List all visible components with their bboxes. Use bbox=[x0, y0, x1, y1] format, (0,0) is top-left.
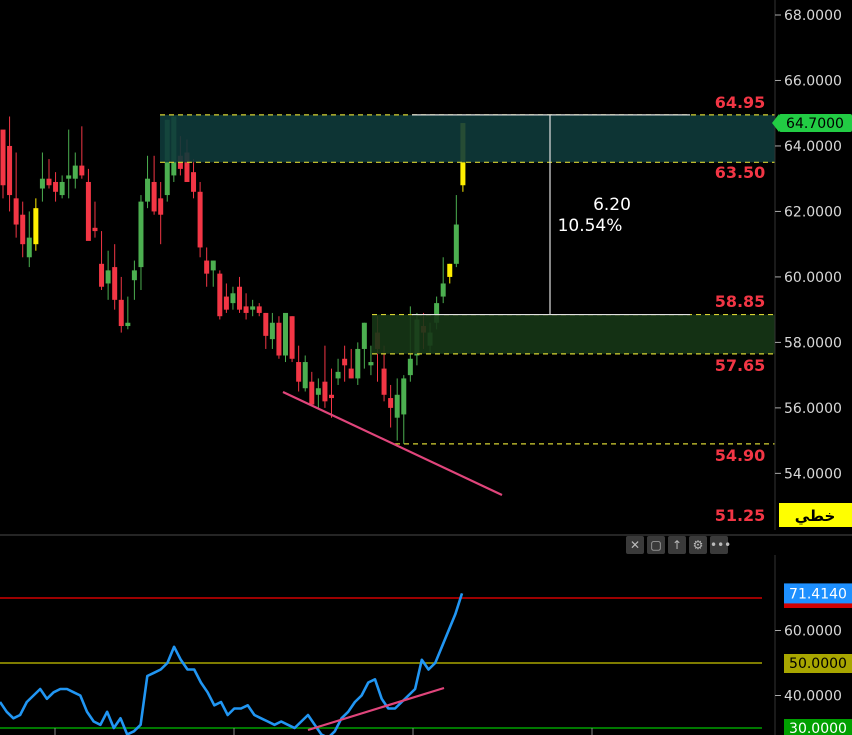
candle-body bbox=[368, 362, 374, 366]
candle-body bbox=[230, 293, 236, 304]
candle-body bbox=[131, 270, 137, 281]
level-label: 63.50 bbox=[715, 163, 766, 182]
candle-body bbox=[92, 227, 98, 232]
indicator-trendline bbox=[307, 686, 445, 732]
price-tick-label: 58.0000 bbox=[784, 335, 842, 351]
indicator-tick-label: 40.0000 bbox=[784, 689, 842, 705]
candle-body bbox=[197, 191, 203, 248]
candle-body bbox=[283, 312, 289, 356]
level-label: 54.90 bbox=[715, 446, 766, 465]
candle-body bbox=[217, 273, 223, 317]
candle-body bbox=[263, 312, 269, 336]
candle-body bbox=[276, 322, 282, 356]
level-label: 58.85 bbox=[715, 292, 766, 311]
close-icon[interactable]: ✕ bbox=[626, 536, 644, 554]
indicator-layer bbox=[0, 593, 762, 735]
current-price-label: 64.7000 bbox=[786, 116, 844, 132]
candle-body bbox=[322, 381, 328, 402]
scale-tag-label: خطي bbox=[795, 507, 836, 525]
candle-body bbox=[361, 322, 367, 349]
candle-body bbox=[335, 371, 341, 379]
candle-body bbox=[118, 299, 124, 327]
indicator-current-label: 71.4140 bbox=[789, 586, 847, 602]
indicator-level-label: 50.0000 bbox=[789, 656, 847, 672]
candle-body bbox=[329, 394, 334, 399]
candle-body bbox=[453, 224, 459, 264]
indicator-line bbox=[0, 593, 464, 735]
candle-body bbox=[33, 208, 39, 245]
level-label: 51.25 bbox=[715, 506, 766, 525]
indicator-toolbar: ✕ ▢ ↑ ⚙ ••• bbox=[626, 536, 731, 554]
candle-body bbox=[151, 181, 157, 212]
candle-body bbox=[407, 358, 413, 376]
candle-body bbox=[0, 129, 6, 186]
candle-body bbox=[53, 181, 59, 192]
indicator-level-label: 30.0000 bbox=[789, 721, 847, 735]
resistance-zone bbox=[160, 114, 775, 163]
candle-body bbox=[223, 296, 229, 310]
level-label: 64.95 bbox=[715, 93, 766, 112]
candle-body bbox=[39, 178, 45, 189]
candle-body bbox=[348, 368, 354, 379]
candle-body bbox=[79, 165, 85, 176]
level-label: 57.65 bbox=[715, 356, 766, 375]
candle-body bbox=[289, 316, 295, 359]
candle-body bbox=[20, 214, 26, 245]
candle-body bbox=[59, 181, 65, 196]
candle-body bbox=[447, 263, 453, 277]
candle-body bbox=[237, 286, 243, 310]
settings-icon[interactable]: ⚙ bbox=[689, 536, 707, 554]
candle-body bbox=[210, 260, 216, 271]
candle-body bbox=[440, 283, 446, 297]
candle-body bbox=[243, 306, 249, 313]
candles-layer bbox=[0, 116, 466, 444]
candle-body bbox=[342, 358, 348, 366]
candle-body bbox=[26, 237, 32, 258]
candle-body bbox=[394, 394, 400, 418]
candle-body bbox=[250, 306, 256, 310]
more-icon[interactable]: ••• bbox=[710, 536, 731, 554]
candle-body bbox=[256, 306, 262, 313]
candle-body bbox=[85, 181, 91, 241]
candle-body bbox=[7, 145, 13, 196]
candle-body bbox=[191, 172, 197, 192]
price-tick-label: 68.0000 bbox=[784, 8, 842, 24]
arrow-up-icon[interactable]: ↑ bbox=[668, 536, 686, 554]
candle-body bbox=[66, 175, 72, 179]
candle-body bbox=[145, 178, 151, 202]
candle-body bbox=[13, 198, 19, 225]
candle-body bbox=[138, 201, 144, 268]
support-zone bbox=[372, 314, 775, 354]
candle-body bbox=[46, 178, 52, 186]
candle-body bbox=[381, 368, 387, 395]
price-tick-label: 64.0000 bbox=[784, 139, 842, 155]
candle-body bbox=[72, 165, 78, 179]
candle-body bbox=[355, 348, 361, 379]
candle-body bbox=[125, 322, 131, 327]
candle-body bbox=[315, 388, 321, 395]
window-icon[interactable]: ▢ bbox=[647, 536, 665, 554]
measure-diff-label: 6.20 bbox=[593, 195, 631, 215]
price-tick-label: 60.0000 bbox=[784, 270, 842, 286]
candle-body bbox=[158, 198, 164, 215]
candle-body bbox=[296, 362, 302, 382]
candle-body bbox=[309, 381, 315, 405]
candle-body bbox=[269, 322, 275, 340]
trading-chart[interactable]: 6.2010.54% 64.95 63.50 58.85 57.65 54.90 51.25… bbox=[0, 0, 852, 735]
candle-body bbox=[302, 362, 308, 389]
candle-body bbox=[105, 270, 111, 284]
price-tick-label: 56.0000 bbox=[784, 401, 842, 417]
price-tick-label: 54.0000 bbox=[784, 466, 842, 482]
candle-body bbox=[401, 378, 407, 415]
candle-body bbox=[388, 398, 394, 408]
price-tick-label: 62.0000 bbox=[784, 204, 842, 220]
price-tick-label: 66.0000 bbox=[784, 73, 842, 89]
indicator-tick-label: 60.0000 bbox=[784, 624, 842, 640]
candle-body bbox=[112, 267, 118, 300]
measure-pct-label: 10.54% bbox=[558, 216, 623, 236]
candle-body bbox=[204, 260, 210, 274]
candle-body bbox=[99, 263, 105, 287]
